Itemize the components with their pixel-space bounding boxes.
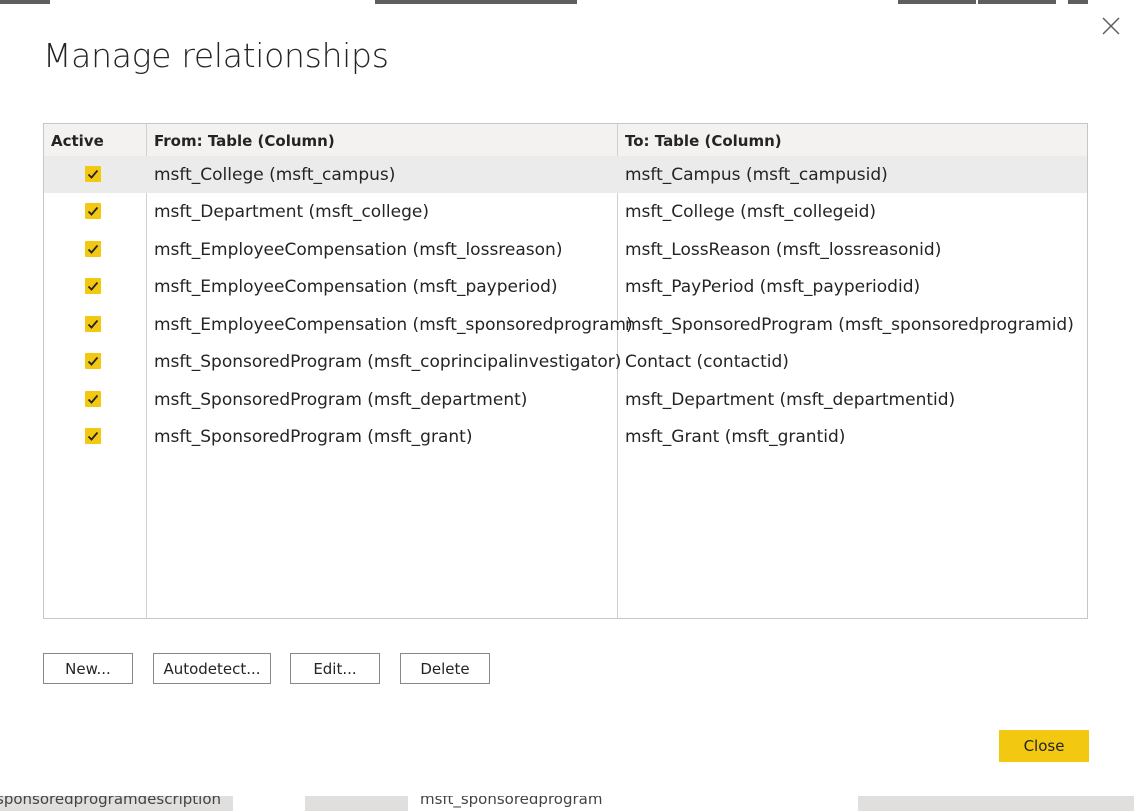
checkmark-icon xyxy=(87,244,99,254)
checkmark-icon xyxy=(87,394,99,404)
to-cell: msft_College (msft_collegeid) xyxy=(625,202,877,222)
table-header: Active From: Table (Column) To: Table (C… xyxy=(44,124,1087,157)
from-cell: msft_SponsoredProgram (msft_grant) xyxy=(154,427,473,447)
header-to[interactable]: To: Table (Column) xyxy=(625,132,782,150)
to-cell: msft_SponsoredProgram (msft_sponsoredpro… xyxy=(625,315,1074,335)
from-cell: msft_EmployeeCompensation (msft_lossreas… xyxy=(154,240,563,260)
from-cell: msft_SponsoredProgram (msft_department) xyxy=(154,390,528,410)
table-row[interactable]: msft_Department (msft_college) msft_Coll… xyxy=(44,193,1087,230)
to-cell: msft_Campus (msft_campusid) xyxy=(625,165,888,185)
from-cell: msft_EmployeeCompensation (msft_sponsore… xyxy=(154,315,633,335)
table-row[interactable]: msft_College (msft_campus) msft_Campus (… xyxy=(44,156,1087,193)
table-row[interactable]: msft_EmployeeCompensation (msft_lossreas… xyxy=(44,231,1087,268)
background-field-label: sponsoredprogramdescription xyxy=(0,796,222,808)
from-cell: msft_Department (msft_college) xyxy=(154,202,429,222)
table-row[interactable]: msft_EmployeeCompensation (msft_sponsore… xyxy=(44,306,1087,343)
active-checkbox[interactable] xyxy=(85,166,101,182)
edit-button[interactable]: Edit... xyxy=(290,653,380,684)
to-cell: msft_PayPeriod (msft_payperiodid) xyxy=(625,277,921,297)
to-cell: msft_Department (msft_departmentid) xyxy=(625,390,956,410)
checkmark-icon xyxy=(87,356,99,366)
table-row[interactable]: msft_EmployeeCompensation (msft_payperio… xyxy=(44,268,1087,305)
checkmark-icon xyxy=(87,281,99,291)
header-active[interactable]: Active xyxy=(51,132,104,150)
to-cell: Contact (contactid) xyxy=(625,352,789,372)
close-icon[interactable] xyxy=(1099,14,1123,38)
active-checkbox[interactable] xyxy=(85,203,101,219)
active-checkbox[interactable] xyxy=(85,278,101,294)
autodetect-button[interactable]: Autodetect... xyxy=(153,653,271,684)
header-from[interactable]: From: Table (Column) xyxy=(154,132,335,150)
checkmark-icon xyxy=(87,319,99,329)
active-checkbox[interactable] xyxy=(85,316,101,332)
active-checkbox[interactable] xyxy=(85,428,101,444)
from-cell: msft_College (msft_campus) xyxy=(154,165,396,185)
table-row[interactable]: msft_SponsoredProgram (msft_department) … xyxy=(44,381,1087,418)
from-cell: msft_EmployeeCompensation (msft_payperio… xyxy=(154,277,558,297)
to-cell: msft_LossReason (msft_lossreasonid) xyxy=(625,240,942,260)
checkmark-icon xyxy=(87,431,99,441)
active-checkbox[interactable] xyxy=(85,353,101,369)
background-gap xyxy=(233,796,305,811)
background-bottom-strip: sponsoredprogramdescription msft_sponsor… xyxy=(0,796,1134,811)
relationships-table: Active From: Table (Column) To: Table (C… xyxy=(43,123,1088,619)
new-button[interactable]: New... xyxy=(43,653,133,684)
dialog-title: Manage relationships xyxy=(43,36,389,75)
delete-button[interactable]: Delete xyxy=(400,653,490,684)
table-row[interactable]: msft_SponsoredProgram (msft_coprincipali… xyxy=(44,343,1087,380)
table-row[interactable]: msft_SponsoredProgram (msft_grant) msft_… xyxy=(44,418,1087,455)
active-checkbox[interactable] xyxy=(85,241,101,257)
from-cell: msft_SponsoredProgram (msft_coprincipali… xyxy=(154,352,622,372)
background-table-label: msft_sponsoredprogram xyxy=(420,796,603,808)
manage-relationships-dialog: Manage relationships Active From: Table … xyxy=(0,4,1134,796)
active-checkbox[interactable] xyxy=(85,391,101,407)
to-cell: msft_Grant (msft_grantid) xyxy=(625,427,846,447)
checkmark-icon xyxy=(87,169,99,179)
close-button[interactable]: Close xyxy=(999,730,1089,762)
checkmark-icon xyxy=(87,206,99,216)
